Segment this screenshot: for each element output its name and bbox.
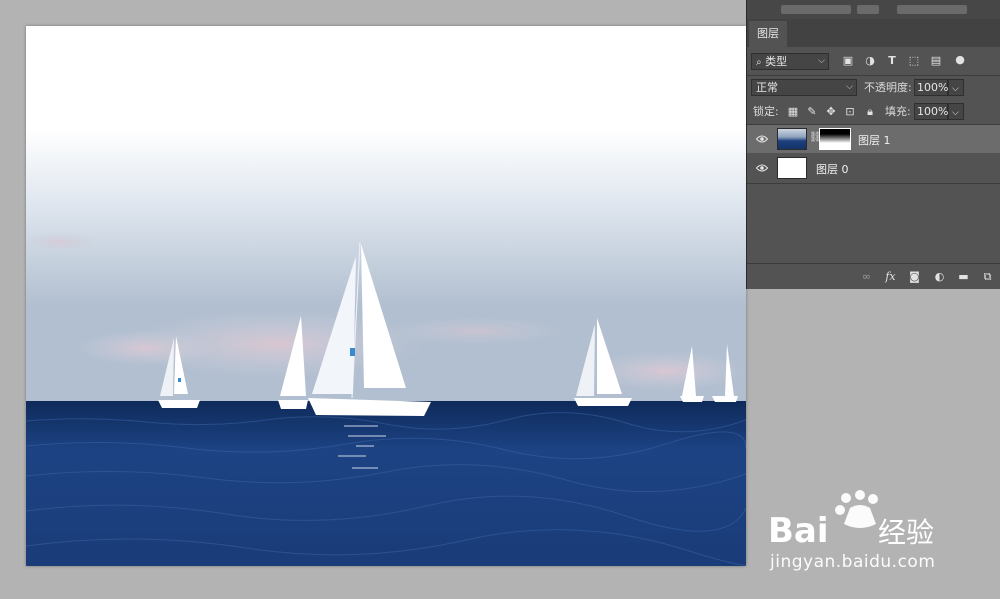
lock-artboard-icon[interactable]: ⊡ bbox=[844, 106, 856, 118]
top-control-1[interactable] bbox=[781, 5, 851, 14]
top-control-2[interactable] bbox=[857, 5, 879, 14]
layer-name[interactable]: 图层 0 bbox=[816, 161, 849, 177]
new-group-icon[interactable]: ▬ bbox=[957, 270, 970, 283]
top-options-strip bbox=[746, 0, 1000, 19]
image-filter-icon[interactable]: ▣ bbox=[842, 55, 854, 67]
watermark-url: jingyan.baidu.com bbox=[770, 552, 936, 572]
search-icon: ⌕ bbox=[756, 57, 762, 68]
lock-paint-icon[interactable]: ✎ bbox=[806, 106, 818, 118]
adjustment-filter-icon[interactable]: ◑ bbox=[864, 55, 876, 67]
filter-row: ⌕ 类型 ⌵ ▣ ◑ T ⬚ ▤ ● bbox=[747, 51, 1000, 75]
link-layers-icon[interactable]: ∞ bbox=[860, 270, 873, 283]
blend-mode-select[interactable]: 正常 ⌵ bbox=[751, 79, 857, 96]
lock-transparent-icon[interactable]: ▦ bbox=[787, 106, 799, 118]
opacity-label: 不透明度: bbox=[864, 81, 912, 94]
watermark-brand-text: Bai bbox=[768, 511, 829, 551]
opacity-dropdown[interactable]: ⌵ bbox=[948, 79, 964, 96]
fill-input[interactable]: 100% bbox=[914, 103, 948, 120]
blend-row: 正常 ⌵ 不透明度: 100% ⌵ bbox=[747, 77, 1000, 101]
layers-panel: 图层 ⌕ 类型 ⌵ ▣ ◑ T ⬚ ▤ ● 正常 ⌵ 不透明度: 100% ⌵ … bbox=[746, 19, 1000, 289]
layer-row[interactable]: ⛓︎ 图层 1 bbox=[747, 125, 1000, 153]
top-control-3[interactable] bbox=[897, 5, 967, 14]
lock-row: 锁定: ▦ ✎ ✥ ⊡ 🔒︎ 填充: 100% ⌵ bbox=[747, 101, 1000, 125]
lock-label: 锁定: bbox=[753, 105, 779, 118]
chevron-down-icon: ⌵ bbox=[846, 82, 853, 92]
fill-dropdown[interactable]: ⌵ bbox=[948, 103, 964, 120]
new-adjustment-icon[interactable]: ◐ bbox=[933, 270, 946, 283]
layer-name[interactable]: 图层 1 bbox=[858, 132, 891, 148]
layer-thumbnail[interactable] bbox=[777, 128, 807, 150]
chevron-down-icon: ⌵ bbox=[952, 84, 959, 94]
sea bbox=[26, 401, 746, 566]
filter-kind-label: 类型 bbox=[765, 55, 788, 68]
watermark-jingyan-text: 经验 bbox=[878, 516, 934, 549]
filter-kind-select[interactable]: ⌕ 类型 ⌵ bbox=[751, 53, 829, 70]
cloud bbox=[386, 317, 566, 345]
add-mask-icon[interactable]: ◙ bbox=[908, 270, 921, 283]
lock-move-icon[interactable]: ✥ bbox=[825, 106, 837, 118]
sailboat-image bbox=[26, 26, 746, 566]
panel-tab-bar: 图层 bbox=[747, 19, 1000, 47]
document-canvas[interactable] bbox=[26, 26, 746, 566]
visibility-eye-icon[interactable] bbox=[756, 163, 768, 173]
tab-layers[interactable]: 图层 bbox=[749, 21, 787, 47]
chevron-down-icon: ⌵ bbox=[952, 108, 959, 118]
shape-filter-icon[interactable]: ⬚ bbox=[908, 55, 920, 67]
layer-thumbnail[interactable] bbox=[777, 157, 807, 179]
toggle-filter-icon[interactable]: ● bbox=[954, 54, 966, 66]
visibility-eye-icon[interactable] bbox=[756, 134, 768, 144]
cloud bbox=[76, 330, 216, 366]
smart-object-filter-icon[interactable]: ▤ bbox=[930, 55, 942, 67]
layers-bottom-toolbar: ∞ fx ◙ ◐ ▬ ⧉ bbox=[747, 263, 1000, 289]
chevron-down-icon: ⌵ bbox=[818, 56, 825, 66]
fill-label: 填充: bbox=[885, 105, 911, 118]
lock-all-icon[interactable]: 🔒︎ bbox=[864, 106, 876, 118]
type-filter-icon[interactable]: T bbox=[886, 55, 898, 67]
fx-icon[interactable]: fx bbox=[884, 270, 897, 283]
new-layer-icon[interactable]: ⧉ bbox=[981, 270, 994, 283]
layer-mask-thumbnail[interactable] bbox=[819, 128, 851, 150]
blend-mode-value: 正常 bbox=[756, 81, 778, 94]
opacity-input[interactable]: 100% bbox=[914, 79, 948, 96]
layer-row[interactable]: 图层 0 bbox=[747, 154, 1000, 182]
